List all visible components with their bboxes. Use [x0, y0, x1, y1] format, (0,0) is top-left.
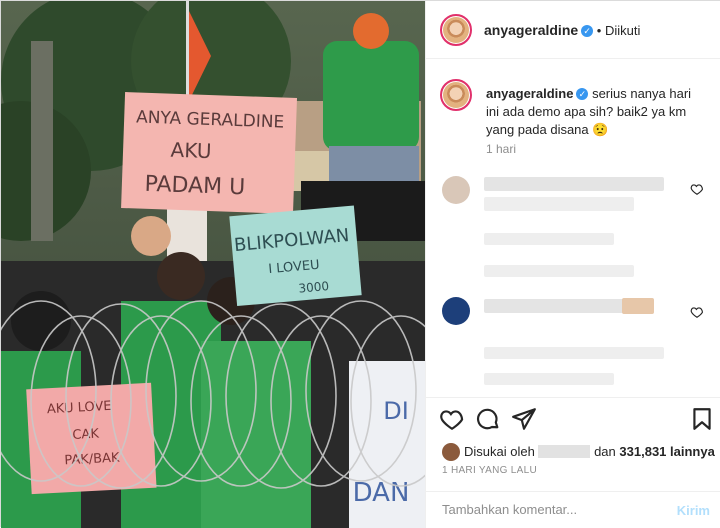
bookmark-icon[interactable]: [689, 406, 715, 432]
blurred-emoji: [622, 298, 654, 314]
verified-badge-icon: ✓: [576, 88, 589, 100]
sign4-line1: DI: [383, 397, 409, 425]
comment-like-heart-icon[interactable]: [690, 305, 704, 319]
sign3-line2: CAK: [72, 427, 100, 443]
post-header: anyageraldine ✓ • Diikuti: [426, 1, 720, 59]
add-comment-bar: Kirim: [426, 491, 720, 528]
follow-status[interactable]: Diikuti: [605, 23, 640, 38]
sign4-line2: DAN: [353, 478, 410, 508]
comment-like-heart-icon[interactable]: [690, 182, 704, 196]
comment-icon[interactable]: [475, 406, 501, 432]
protest-photo: ANYA GERALDINE AKU PADAM U BLIKPOLWAN I …: [1, 1, 425, 528]
author-username[interactable]: anyageraldine: [484, 22, 578, 38]
liker-avatar[interactable]: [442, 443, 460, 461]
blurred-comment-text: [484, 373, 614, 385]
blurred-comment-text: [484, 299, 634, 313]
post-caption: anyageraldine ✓ serius nanya hari ini ada…: [486, 85, 706, 139]
likes-count[interactable]: 331,831: [619, 444, 666, 459]
likes-prefix: Disukai oleh: [464, 444, 535, 459]
sign2-line3: 3000: [298, 279, 330, 296]
post-frame: ANYA GERALDINE AKU PADAM U BLIKPOLWAN I …: [0, 0, 720, 528]
blurred-comment-text: [484, 233, 614, 245]
paper-plane-icon[interactable]: [511, 406, 537, 432]
commenter-avatar[interactable]: [442, 176, 470, 204]
post-date[interactable]: 1 HARI YANG LALU: [442, 465, 537, 476]
likes-connector: dan: [594, 444, 616, 459]
comment-input[interactable]: [442, 502, 672, 517]
blurred-comment-text: [484, 197, 634, 211]
blurred-comment-text: [484, 265, 634, 277]
likes-suffix[interactable]: lainnya: [670, 444, 715, 459]
blurred-comment-text: [484, 347, 664, 359]
post-comment-button[interactable]: Kirim: [677, 503, 710, 518]
sign1-line3: PADAM U: [144, 172, 245, 200]
header-author-line: anyageraldine ✓ • Diikuti: [484, 22, 640, 38]
sign1-line2: AKU: [170, 138, 212, 163]
blurred-liker-name[interactable]: [538, 445, 591, 458]
likes-summary: Disukai oleh dan 331,831 lainnya: [442, 443, 715, 461]
commenter-avatar[interactable]: [442, 297, 470, 325]
dot-separator: •: [596, 23, 605, 38]
blurred-comment-text: [484, 177, 664, 191]
post-side-panel: anyageraldine ✓ • Diikuti anyageraldine ✓ …: [425, 1, 720, 528]
heart-icon[interactable]: [439, 406, 465, 432]
caption-username[interactable]: anyageraldine: [486, 86, 573, 101]
caption-time[interactable]: 1 hari: [486, 142, 516, 156]
post-photo[interactable]: ANYA GERALDINE AKU PADAM U BLIKPOLWAN I …: [1, 1, 425, 528]
author-avatar[interactable]: [440, 14, 472, 46]
verified-badge-icon: ✓: [581, 25, 594, 37]
caption-avatar[interactable]: [440, 79, 472, 111]
